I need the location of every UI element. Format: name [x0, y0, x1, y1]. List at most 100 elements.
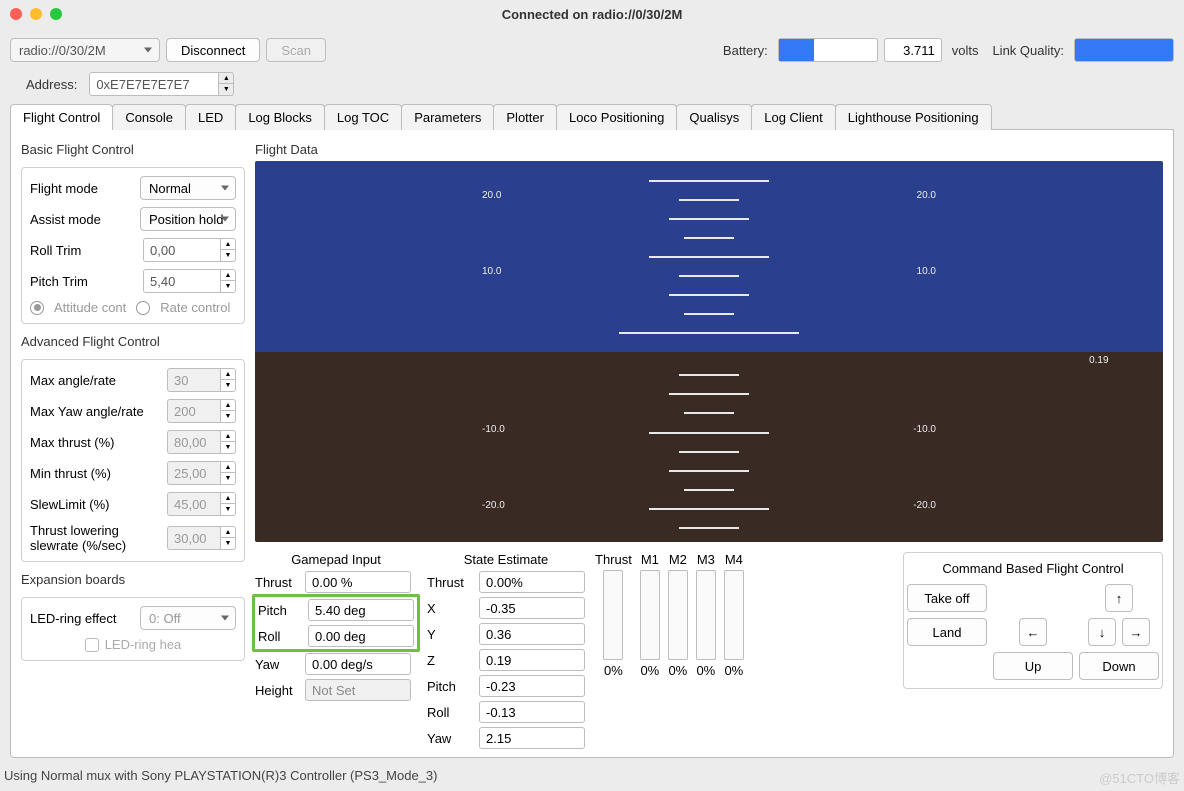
roll-trim-input[interactable] — [143, 238, 221, 262]
arrow-down-button[interactable]: ↓ — [1088, 618, 1116, 646]
tab-qualisys[interactable]: Qualisys — [676, 104, 752, 130]
statusbar: Using Normal mux with Sony PLAYSTATION(R… — [0, 764, 1184, 791]
led-ring-select[interactable]: 0: Off — [140, 606, 236, 630]
m2-bar — [668, 570, 688, 660]
assist-mode-select[interactable]: Position hold — [140, 207, 236, 231]
state-x — [479, 597, 585, 619]
tab-log-blocks[interactable]: Log Blocks — [235, 104, 325, 130]
expansion-title: Expansion boards — [21, 572, 245, 587]
rate-radio[interactable] — [136, 301, 150, 315]
address-down-icon[interactable]: ▼ — [219, 84, 233, 95]
slew-limit-input[interactable] — [167, 492, 221, 516]
m3-bar — [696, 570, 716, 660]
thrust-bar — [603, 570, 623, 660]
tab-lighthouse[interactable]: Lighthouse Positioning — [835, 104, 992, 130]
max-yaw-input[interactable] — [167, 399, 221, 423]
pitch-trim-input[interactable] — [143, 269, 221, 293]
arrow-up-button[interactable]: ↑ — [1105, 584, 1133, 612]
battery-unit: volts — [948, 43, 983, 58]
state-roll — [479, 701, 585, 723]
attitude-label: Attitude cont — [54, 300, 126, 315]
tab-console[interactable]: Console — [112, 104, 186, 130]
gamepad-title: Gamepad Input — [255, 552, 417, 567]
roll-trim-stepper[interactable]: ▲▼ — [143, 238, 236, 262]
tab-log-client[interactable]: Log Client — [751, 104, 836, 130]
takeoff-button[interactable]: Take off — [907, 584, 987, 612]
led-headlight-label: LED-ring hea — [105, 637, 182, 652]
slew-limit-label: SlewLimit (%) — [30, 497, 161, 512]
connection-uri-dropdown[interactable]: radio://0/30/2M — [10, 38, 160, 62]
plot-sky: 20.0 20.0 10.0 10.0 — [255, 161, 1163, 352]
advanced-box: Max angle/rate▲▼ Max Yaw angle/rate▲▼ Ma… — [21, 359, 245, 562]
tab-log-toc[interactable]: Log TOC — [324, 104, 402, 130]
tab-led[interactable]: LED — [185, 104, 236, 130]
min-thrust-input[interactable] — [167, 461, 221, 485]
command-title: Command Based Flight Control — [914, 561, 1152, 576]
titlebar: Connected on radio://0/30/2M — [0, 0, 1184, 28]
arrow-right-button[interactable]: → — [1122, 618, 1150, 646]
max-thrust-label: Max thrust (%) — [30, 435, 161, 450]
expansion-box: LED-ring effect 0: Off LED-ring hea — [21, 597, 245, 661]
rate-label: Rate control — [160, 300, 230, 315]
bottom-area: Gamepad Input Thrust Pitch Roll Yaw Heig… — [255, 552, 1163, 749]
close-icon[interactable] — [10, 8, 22, 20]
slew-rate-input[interactable] — [167, 526, 221, 550]
battery-label: Battery: — [719, 43, 772, 58]
right-column: Flight Data 20.0 20.0 10.0 10.0 0.19 -10… — [245, 138, 1163, 749]
tab-parameters[interactable]: Parameters — [401, 104, 494, 130]
gp-thrust-value — [305, 571, 411, 593]
address-input[interactable] — [89, 72, 219, 96]
gp-yaw-value — [305, 653, 411, 675]
battery-value: 3.711 — [884, 38, 942, 62]
address-up-icon[interactable]: ▲ — [219, 73, 233, 84]
plot-ground: 0.19 -10.0 -10.0 -20.0 -20.0 — [255, 352, 1163, 543]
tab-flight-control[interactable]: Flight Control — [10, 104, 113, 130]
attitude-plot: 20.0 20.0 10.0 10.0 0.19 -10.0 -10.0 -20… — [255, 161, 1163, 542]
m4-bar — [724, 570, 744, 660]
gp-roll-value — [308, 625, 414, 647]
basic-title: Basic Flight Control — [21, 142, 245, 157]
attitude-radio[interactable] — [30, 301, 44, 315]
gp-pitch-label: Pitch — [258, 603, 302, 618]
arrow-left-button[interactable]: ← — [1019, 618, 1047, 646]
left-column: Basic Flight Control Flight modeNormal A… — [21, 138, 245, 749]
address-label: Address: — [22, 77, 81, 92]
land-button[interactable]: Land — [907, 618, 987, 646]
pitch-trim-stepper[interactable]: ▲▼ — [143, 269, 236, 293]
led-ring-label: LED-ring effect — [30, 611, 134, 626]
flight-data-title: Flight Data — [255, 142, 1163, 157]
gp-height-value — [305, 679, 411, 701]
minimize-icon[interactable] — [30, 8, 42, 20]
up-button[interactable]: Up — [993, 652, 1073, 680]
assist-mode-label: Assist mode — [30, 212, 134, 227]
m1-bar — [640, 570, 660, 660]
basic-box: Flight modeNormal Assist modePosition ho… — [21, 167, 245, 324]
status-text: Using Normal mux with Sony PLAYSTATION(R… — [4, 768, 437, 787]
max-thrust-input[interactable] — [167, 430, 221, 454]
address-stepper[interactable]: ▲▼ — [89, 72, 234, 96]
state-panel: State Estimate Thrust X Y Z Pitch Roll Y… — [427, 552, 585, 749]
battery-bar — [778, 38, 878, 62]
state-title: State Estimate — [427, 552, 585, 567]
scan-button[interactable]: Scan — [266, 38, 326, 62]
gp-roll-label: Roll — [258, 629, 302, 644]
disconnect-button[interactable]: Disconnect — [166, 38, 260, 62]
flight-mode-select[interactable]: Normal — [140, 176, 236, 200]
gp-yaw-label: Yaw — [255, 657, 299, 672]
led-headlight-checkbox[interactable] — [85, 638, 99, 652]
watermark: @51CTO博客 — [1099, 768, 1180, 787]
max-angle-input[interactable] — [167, 368, 221, 392]
control-mode-radios: Attitude cont Rate control — [30, 300, 236, 315]
window-controls — [10, 8, 62, 20]
tab-plotter[interactable]: Plotter — [493, 104, 557, 130]
gp-pitch-value — [308, 599, 414, 621]
max-yaw-label: Max Yaw angle/rate — [30, 404, 161, 419]
tab-loco-positioning[interactable]: Loco Positioning — [556, 104, 677, 130]
tabs: Flight Control Console LED Log Blocks Lo… — [10, 104, 1174, 130]
address-row: Address: ▲▼ — [0, 72, 1184, 104]
slew-rate-label: Thrust lowering slewrate (%/sec) — [30, 523, 161, 553]
down-button[interactable]: Down — [1079, 652, 1159, 680]
advanced-title: Advanced Flight Control — [21, 334, 245, 349]
maximize-icon[interactable] — [50, 8, 62, 20]
motors-panel: Thrust0% M10% M20% M30% M40% — [595, 552, 744, 678]
